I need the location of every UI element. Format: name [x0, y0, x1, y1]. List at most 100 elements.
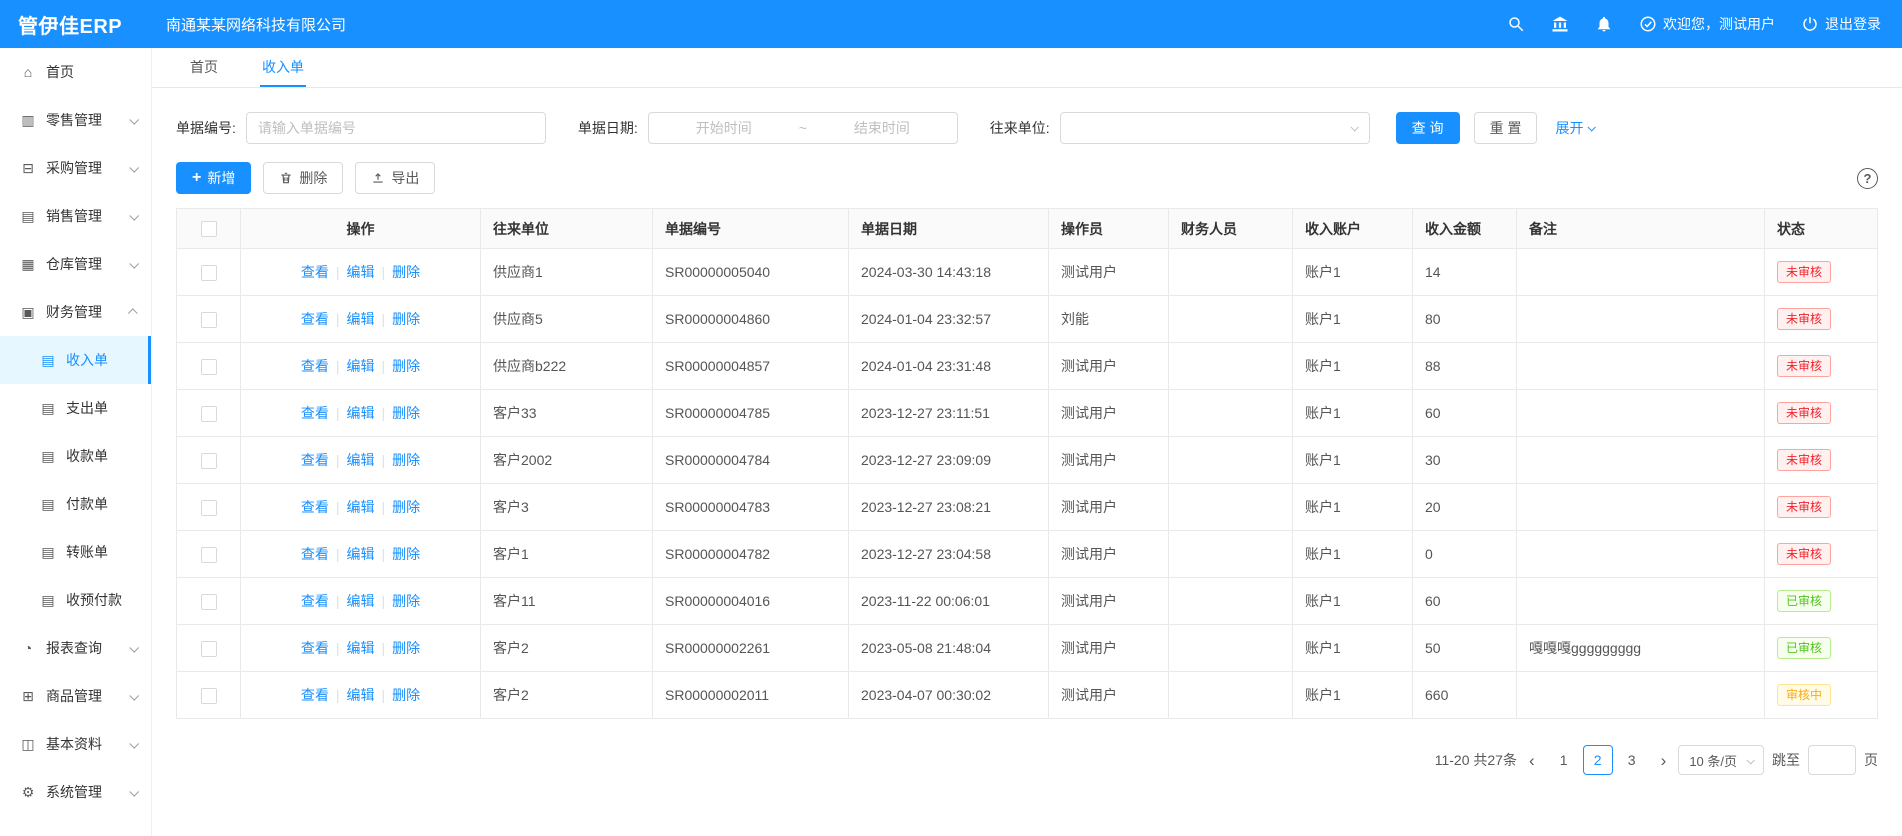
sidebar-item-expense-bill[interactable]: ▤支出单: [0, 384, 151, 432]
sidebar-item-retail[interactable]: ▥零售管理: [0, 96, 151, 144]
sidebar-item-reports[interactable]: ◔报表查询: [0, 624, 151, 672]
export-icon: [371, 171, 385, 185]
sidebar-item-warehouse[interactable]: ▦仓库管理: [0, 240, 151, 288]
sidebar-item-finance[interactable]: ▣财务管理: [0, 288, 151, 336]
row-checkbox[interactable]: [201, 594, 217, 610]
help-icon[interactable]: ?: [1857, 168, 1878, 189]
tab-income-bill[interactable]: 收入单: [260, 48, 306, 87]
delete-link[interactable]: 删除: [392, 358, 420, 374]
next-page-button[interactable]: ›: [1657, 752, 1671, 769]
sidebar-item-sales[interactable]: ▤销售管理: [0, 192, 151, 240]
row-checkbox[interactable]: [201, 641, 217, 657]
sidebar-item-home[interactable]: ⌂首页: [0, 48, 151, 96]
row-checkbox[interactable]: [201, 547, 217, 563]
search-icon[interactable]: [1507, 15, 1525, 33]
row-checkbox[interactable]: [201, 500, 217, 516]
sidebar-item-transfer-bill[interactable]: ▤转账单: [0, 528, 151, 576]
row-checkbox[interactable]: [201, 453, 217, 469]
partner-cell: 供应商5: [481, 296, 653, 343]
bell-icon[interactable]: [1595, 15, 1613, 33]
row-checkbox[interactable]: [201, 406, 217, 422]
sidebar-item-prepaid-receipt[interactable]: ▤收预付款: [0, 576, 151, 624]
amount-cell: 88: [1413, 343, 1517, 390]
sidebar-item-receipt-bill[interactable]: ▤收款单: [0, 432, 151, 480]
edit-link[interactable]: 编辑: [347, 546, 375, 562]
page-number[interactable]: 2: [1583, 745, 1613, 775]
delete-link[interactable]: 删除: [392, 452, 420, 468]
edit-link[interactable]: 编辑: [347, 593, 375, 609]
page-number[interactable]: 3: [1617, 745, 1647, 775]
row-checkbox[interactable]: [201, 312, 217, 328]
sidebar-item-base-data[interactable]: ◫基本资料: [0, 720, 151, 768]
welcome-user[interactable]: 欢迎您，测试用户: [1639, 14, 1775, 34]
page-number[interactable]: 1: [1549, 745, 1579, 775]
tab-home[interactable]: 首页: [188, 48, 220, 87]
export-button[interactable]: 导出: [355, 162, 435, 194]
search-button[interactable]: 查 询: [1396, 112, 1460, 144]
edit-link[interactable]: 编辑: [347, 499, 375, 515]
sidebar-item-label: 转账单: [66, 542, 108, 562]
export-label: 导出: [391, 168, 419, 188]
actions-cell: 查看|编辑|删除: [241, 437, 481, 484]
delete-link[interactable]: 删除: [392, 264, 420, 280]
reset-button[interactable]: 重 置: [1474, 112, 1538, 144]
remark-cell: [1517, 390, 1765, 437]
purchase-icon: ⊟: [20, 160, 36, 177]
select-all-checkbox[interactable]: [201, 221, 217, 237]
view-link[interactable]: 查看: [301, 499, 329, 515]
finance-cell: [1169, 343, 1293, 390]
action-separator: |: [382, 687, 386, 703]
sidebar-item-purchase[interactable]: ⊟采购管理: [0, 144, 151, 192]
delete-link[interactable]: 删除: [392, 499, 420, 515]
sidebar-item-system[interactable]: ⚙系统管理: [0, 768, 151, 816]
delete-link[interactable]: 删除: [392, 405, 420, 421]
status-cell: 未审核: [1765, 531, 1878, 578]
sidebar-item-income-bill[interactable]: ▤收入单: [0, 336, 151, 384]
partner-select[interactable]: [1060, 112, 1370, 144]
bill-no-input[interactable]: [246, 112, 546, 144]
view-link[interactable]: 查看: [301, 687, 329, 703]
edit-link[interactable]: 编辑: [347, 358, 375, 374]
logout-button[interactable]: 退出登录: [1801, 14, 1881, 34]
view-link[interactable]: 查看: [301, 593, 329, 609]
view-link[interactable]: 查看: [301, 546, 329, 562]
view-link[interactable]: 查看: [301, 264, 329, 280]
add-button[interactable]: + 新增: [176, 162, 251, 194]
delete-link[interactable]: 删除: [392, 687, 420, 703]
delete-link[interactable]: 删除: [392, 593, 420, 609]
remark-cell: [1517, 672, 1765, 719]
view-link[interactable]: 查看: [301, 452, 329, 468]
delete-button[interactable]: 删除: [263, 162, 343, 194]
bank-icon[interactable]: [1551, 15, 1569, 33]
page-list: 123: [1547, 745, 1649, 775]
edit-link[interactable]: 编辑: [347, 311, 375, 327]
app-logo: 管伊佳ERP: [0, 10, 152, 39]
jump-input[interactable]: [1808, 745, 1856, 775]
status-badge: 未审核: [1777, 261, 1831, 283]
page-size-select[interactable]: 10 条/页: [1678, 745, 1764, 775]
edit-link[interactable]: 编辑: [347, 452, 375, 468]
expand-link[interactable]: 展开: [1555, 118, 1594, 138]
view-link[interactable]: 查看: [301, 405, 329, 421]
row-checkbox[interactable]: [201, 265, 217, 281]
view-link[interactable]: 查看: [301, 311, 329, 327]
edit-link[interactable]: 编辑: [347, 687, 375, 703]
view-link[interactable]: 查看: [301, 640, 329, 656]
prev-page-button[interactable]: ‹: [1525, 752, 1539, 769]
edit-link[interactable]: 编辑: [347, 640, 375, 656]
view-link[interactable]: 查看: [301, 358, 329, 374]
partner-cell: 客户3: [481, 484, 653, 531]
edit-link[interactable]: 编辑: [347, 264, 375, 280]
delete-link[interactable]: 删除: [392, 640, 420, 656]
sidebar-item-payment-bill[interactable]: ▤付款单: [0, 480, 151, 528]
column-header: 收入账户: [1293, 209, 1413, 249]
actions-cell: 查看|编辑|删除: [241, 390, 481, 437]
edit-link[interactable]: 编辑: [347, 405, 375, 421]
delete-link[interactable]: 删除: [392, 311, 420, 327]
delete-link[interactable]: 删除: [392, 546, 420, 562]
row-checkbox[interactable]: [201, 359, 217, 375]
row-checkbox[interactable]: [201, 688, 217, 704]
sidebar-item-goods[interactable]: ⊞商品管理: [0, 672, 151, 720]
date-range-picker[interactable]: 开始时间 ~ 结束时间: [648, 112, 958, 144]
row-select-cell: [177, 578, 241, 625]
